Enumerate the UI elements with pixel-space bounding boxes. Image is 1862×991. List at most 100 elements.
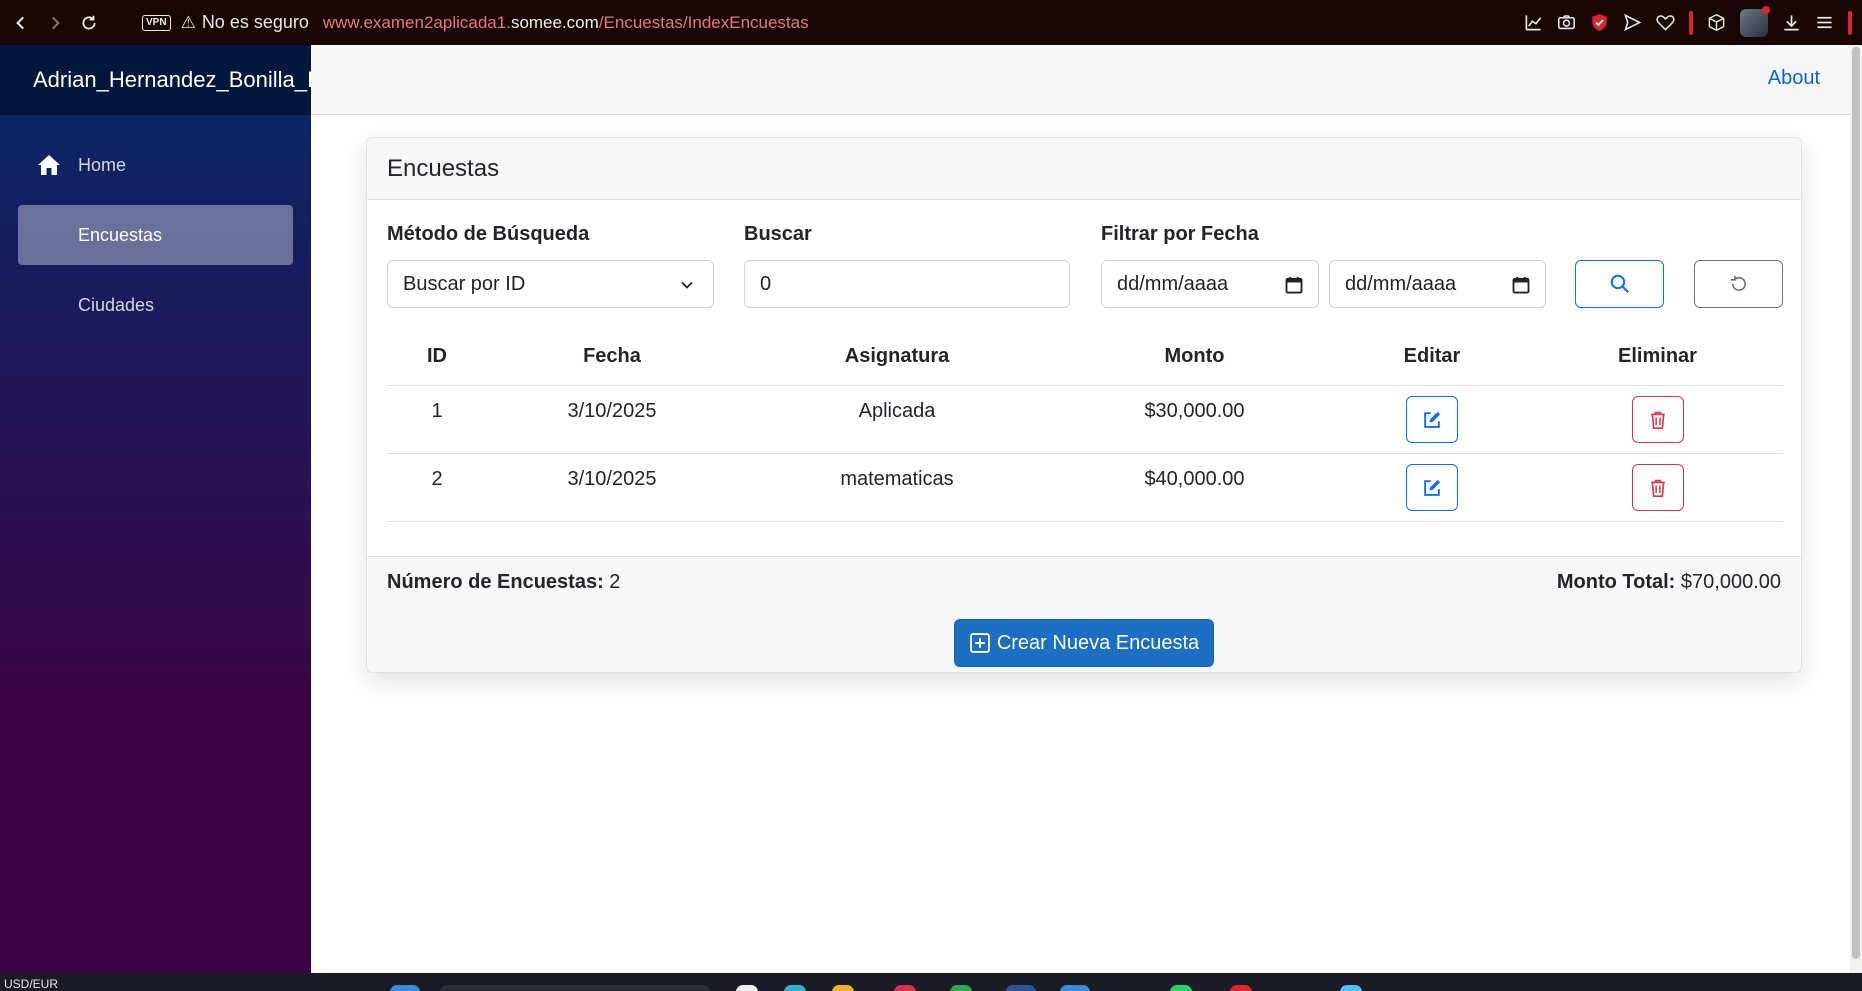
search-input-value: 0	[760, 272, 772, 295]
total-amount: Monto Total: $70,000.00	[1557, 571, 1781, 594]
chevron-right-icon	[52, 16, 60, 29]
os-taskbar: USD/EUR	[0, 973, 1862, 991]
delete-button[interactable]	[1631, 464, 1684, 511]
total-amount-value: $70,000.00	[1680, 571, 1781, 593]
app-icon[interactable]	[784, 985, 806, 991]
calendar-icon[interactable]	[1284, 275, 1304, 295]
sidebar-item-label: Home	[78, 154, 127, 175]
delete-button[interactable]	[1631, 396, 1684, 443]
vertical-scrollbar[interactable]	[1850, 45, 1862, 973]
chart-icon[interactable]	[1524, 13, 1543, 32]
scrollbar-thumb[interactable]	[1852, 47, 1860, 959]
chevron-down-icon	[681, 281, 693, 289]
total-amount-label: Monto Total:	[1556, 571, 1676, 593]
heart-icon[interactable]	[1656, 13, 1675, 32]
cell-monto: $40,000.00	[1144, 468, 1245, 490]
divider	[1689, 10, 1693, 35]
brand-bar: Adrian_Hernandez_Bonilla_I	[0, 45, 311, 115]
calendar-icon[interactable]	[1511, 275, 1531, 295]
edit-button[interactable]	[1406, 464, 1458, 511]
camera-icon[interactable]	[1557, 13, 1576, 32]
app-icon[interactable]	[736, 985, 758, 991]
app-icon[interactable]	[1006, 985, 1036, 991]
divider	[1848, 10, 1852, 35]
date-to-field[interactable]: dd/mm/aaaa	[1329, 260, 1546, 308]
search-method-select[interactable]: Buscar por ID	[387, 260, 714, 308]
taskbar-search[interactable]	[440, 985, 710, 991]
create-survey-button[interactable]: Crear Nueva Encuesta	[954, 619, 1214, 667]
cell-monto: $30,000.00	[1144, 400, 1245, 422]
back-button[interactable]	[8, 10, 34, 36]
card-footer: Número de Encuestas: 2 Monto Total: $70,…	[367, 556, 1801, 672]
cell-asignatura: matematicas	[840, 468, 954, 490]
app-icon[interactable]	[832, 985, 854, 991]
reset-icon	[1730, 275, 1746, 291]
table-row: 2 3/10/2025 matematicas $40,000.00	[387, 454, 1783, 522]
url-domain: somee.com	[510, 12, 599, 32]
column-header-editar: Editar	[1403, 345, 1461, 367]
search-method-label: Método de Búsqueda	[387, 223, 590, 245]
taskbar-ticker[interactable]: USD/EUR	[4, 977, 58, 991]
reset-button[interactable]	[1694, 260, 1783, 308]
send-icon[interactable]	[1623, 13, 1642, 32]
sidebar: Adrian_Hernandez_Bonilla_I Home Encuesta…	[0, 45, 311, 973]
app-icon[interactable]	[894, 985, 916, 991]
pencil-square-icon	[1424, 479, 1441, 496]
forward-button[interactable]	[42, 10, 68, 36]
trash-icon	[1650, 479, 1665, 497]
warning-icon: ⚠	[180, 12, 196, 32]
search-button[interactable]	[1575, 260, 1664, 308]
menu-icon[interactable]	[1815, 13, 1834, 32]
security-status[interactable]: No es seguro	[202, 12, 309, 33]
cell-fecha: 3/10/2025	[567, 468, 657, 490]
brand-link[interactable]: Adrian_Hernandez_Bonilla_I	[33, 67, 311, 93]
table-header: ID Fecha Asignatura Monto Editar Elimina…	[387, 328, 1783, 386]
encuestas-card: Encuestas Método de Búsqueda Buscar Filt…	[366, 137, 1802, 673]
search-input[interactable]: 0	[744, 260, 1070, 308]
app-icon[interactable]	[1170, 985, 1192, 991]
app-icon[interactable]	[1340, 985, 1362, 991]
card-title: Encuestas	[387, 154, 500, 182]
about-link[interactable]: About	[1768, 67, 1820, 90]
top-row: About	[311, 45, 1850, 115]
profile-avatar[interactable]	[1740, 5, 1770, 37]
sidebar-nav: Home Encuestas Ciudades	[0, 115, 311, 335]
cell-asignatura: Aplicada	[858, 400, 936, 422]
sidebar-item-label: Ciudades	[78, 294, 155, 315]
pencil-square-icon	[1424, 411, 1441, 428]
create-survey-label: Crear Nueva Encuesta	[996, 631, 1200, 654]
cube-icon[interactable]	[1707, 13, 1726, 32]
address-bar[interactable]: www.examen2aplicada1.somee.com/Encuestas…	[323, 13, 809, 33]
survey-count: Número de Encuestas: 2	[387, 571, 620, 594]
sidebar-item-ciudades[interactable]: Ciudades	[18, 275, 293, 335]
card-header: Encuestas	[367, 138, 1801, 200]
app-icon[interactable]	[1060, 985, 1090, 991]
chevron-left-icon	[16, 16, 24, 29]
sidebar-item-encuestas[interactable]: Encuestas	[18, 205, 293, 265]
column-header-monto: Monto	[1164, 345, 1225, 367]
browser-toolbar: VPN ⚠ No es seguro www.examen2aplicada1.…	[0, 0, 1862, 45]
survey-count-label: Número de Encuestas:	[387, 571, 604, 593]
shield-icon[interactable]	[1590, 13, 1609, 32]
reload-button[interactable]	[76, 10, 102, 36]
table-row: 1 3/10/2025 Aplicada $30,000.00	[387, 386, 1783, 454]
column-header-eliminar: Eliminar	[1618, 345, 1697, 367]
url-path: /Encuestas/IndexEncuestas	[598, 12, 809, 32]
start-icon[interactable]	[390, 985, 420, 991]
app-icon[interactable]	[950, 985, 972, 991]
app-icon[interactable]	[1230, 985, 1252, 991]
download-icon[interactable]	[1782, 13, 1801, 32]
column-header-id: ID	[427, 345, 447, 367]
home-icon	[38, 155, 60, 175]
vpn-badge[interactable]: VPN	[142, 14, 171, 31]
date-from-field[interactable]: dd/mm/aaaa	[1101, 260, 1319, 308]
sidebar-item-home[interactable]: Home	[18, 135, 293, 195]
edit-button[interactable]	[1406, 396, 1458, 443]
search-icon	[1610, 274, 1629, 294]
plus-square-icon	[969, 633, 990, 653]
trash-icon	[1650, 411, 1665, 429]
sidebar-item-label: Encuestas	[78, 224, 163, 245]
cell-id: 2	[431, 468, 443, 490]
column-header-asignatura: Asignatura	[844, 345, 950, 367]
cell-fecha: 3/10/2025	[567, 400, 657, 422]
